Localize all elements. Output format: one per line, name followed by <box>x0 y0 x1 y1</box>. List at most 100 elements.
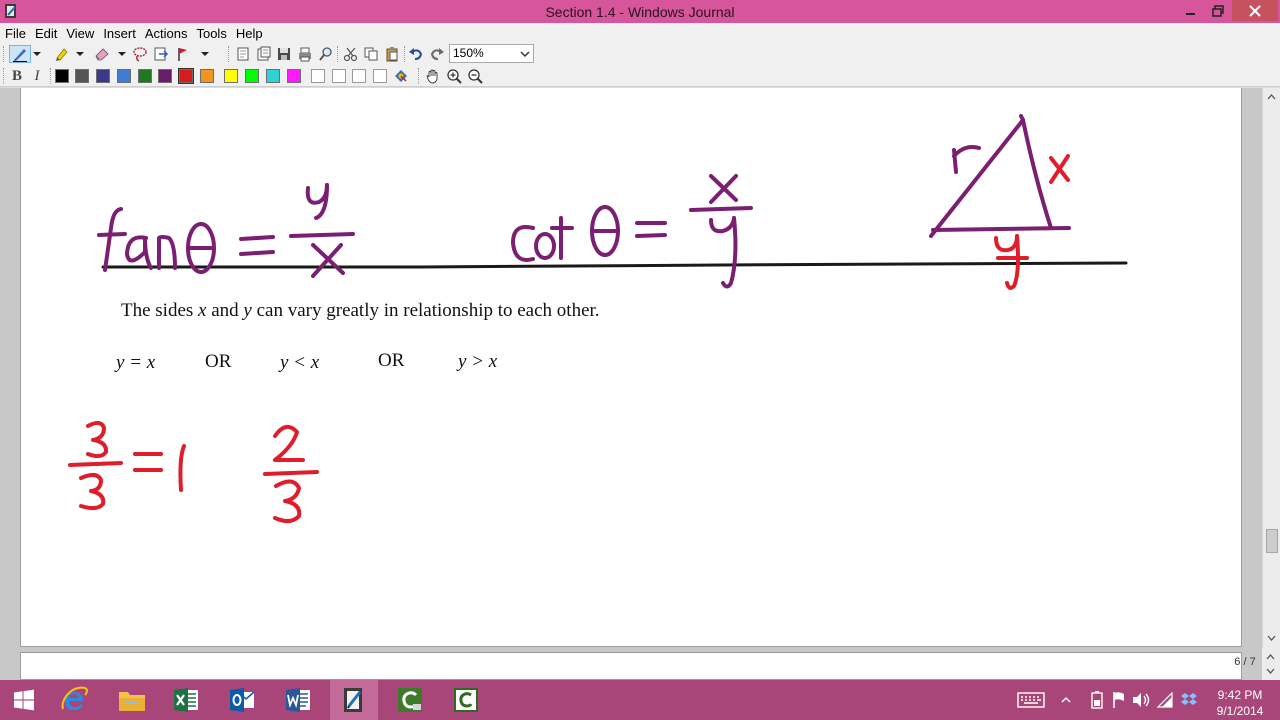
bold-button[interactable]: B <box>9 67 25 85</box>
internet-explorer-icon[interactable] <box>50 680 98 720</box>
pen-settings-icon[interactable] <box>392 67 410 85</box>
excel-icon[interactable] <box>162 680 210 720</box>
previous-page-icon[interactable] <box>1262 650 1279 664</box>
pen-color-swatch[interactable] <box>96 69 110 83</box>
chevron-down-icon <box>520 51 530 58</box>
pen-color-swatch[interactable] <box>266 69 280 83</box>
next-page-top[interactable] <box>20 652 1242 680</box>
toolbar-grip[interactable] <box>3 68 6 84</box>
or-label: OR <box>378 350 405 371</box>
lasso-select-icon[interactable] <box>131 45 149 63</box>
save-icon[interactable] <box>275 45 293 63</box>
toolbar-grip[interactable] <box>50 68 53 84</box>
menu-actions[interactable]: Actions <box>142 26 191 41</box>
ink-red-labels <box>994 154 1070 290</box>
start-button[interactable] <box>0 680 48 720</box>
pen-dropdown-icon[interactable] <box>32 45 42 63</box>
scrollbar-thumb[interactable] <box>1266 529 1278 553</box>
restore-button[interactable] <box>1204 0 1232 21</box>
next-page-icon[interactable] <box>1262 664 1279 678</box>
pen-color-swatch[interactable] <box>287 69 301 83</box>
document-area[interactable]: The sides x and y can vary greatly in re… <box>0 88 1262 680</box>
clock-date[interactable]: 9/1/2014 <box>1208 704 1272 718</box>
scroll-up-icon[interactable] <box>1263 90 1280 104</box>
minimize-button[interactable] <box>1178 0 1204 21</box>
page-nav-scroll[interactable] <box>1262 648 1280 680</box>
ink-tan-equation <box>97 183 355 278</box>
menu-tools[interactable]: Tools <box>193 26 229 41</box>
highlighter-tool-button[interactable] <box>52 45 70 63</box>
outlook-icon[interactable] <box>218 680 266 720</box>
vertical-scrollbar[interactable] <box>1262 88 1280 648</box>
menu-insert[interactable]: Insert <box>100 26 139 41</box>
print-icon[interactable] <box>296 45 314 63</box>
menu-help[interactable]: Help <box>233 26 266 41</box>
copy-icon[interactable] <box>362 45 380 63</box>
find-icon[interactable] <box>317 45 335 63</box>
windows-journal-taskbar-icon[interactable] <box>330 680 378 720</box>
open-note-icon[interactable] <box>255 45 273 63</box>
pen-color-swatch[interactable] <box>178 68 194 84</box>
cut-icon[interactable] <box>342 45 360 63</box>
touch-keyboard-icon[interactable] <box>1016 691 1046 709</box>
flag-dropdown-icon[interactable] <box>200 45 210 63</box>
highlighter-dropdown-icon[interactable] <box>75 45 85 63</box>
camtasia-recorder-icon[interactable] <box>386 680 434 720</box>
clock-time[interactable]: 9:42 PM <box>1212 688 1268 702</box>
menu-file[interactable]: File <box>2 26 29 41</box>
close-button[interactable] <box>1232 0 1278 21</box>
highlighter-color-swatch[interactable] <box>373 69 387 83</box>
pan-hand-icon[interactable] <box>424 67 442 85</box>
italic-button[interactable]: I <box>29 67 45 85</box>
window-title: Section 1.4 - Windows Journal <box>545 4 735 20</box>
pen-tool-button[interactable] <box>9 45 31 63</box>
paste-icon[interactable] <box>383 45 401 63</box>
redo-icon[interactable] <box>428 45 446 63</box>
menu-view[interactable]: View <box>63 26 97 41</box>
eraser-dropdown-icon[interactable] <box>117 45 127 63</box>
highlighter-color-swatch[interactable] <box>332 69 346 83</box>
toolbar-grip[interactable] <box>228 46 231 62</box>
eraser-tool-button[interactable] <box>93 45 111 63</box>
zoom-out-icon[interactable] <box>466 67 484 85</box>
undo-icon[interactable] <box>407 45 425 63</box>
flag-notification-icon[interactable] <box>1110 691 1128 709</box>
title-bar: Section 1.4 - Windows Journal <box>0 0 1280 23</box>
toolbar-grip[interactable] <box>3 46 6 62</box>
volume-icon[interactable] <box>1132 691 1150 709</box>
insert-space-icon[interactable] <box>152 45 170 63</box>
pen-color-swatch[interactable] <box>138 69 152 83</box>
toolbar-grip[interactable] <box>418 68 421 84</box>
highlighter-color-swatch[interactable] <box>311 69 325 83</box>
show-hidden-icons-icon[interactable] <box>1057 691 1075 709</box>
highlighter-color-swatch[interactable] <box>352 69 366 83</box>
toolbar-grip[interactable] <box>337 46 340 62</box>
pen-color-swatch[interactable] <box>75 69 89 83</box>
pen-color-swatch[interactable] <box>158 69 172 83</box>
pen-color-swatch[interactable] <box>200 69 214 83</box>
journal-page[interactable]: The sides x and y can vary greatly in re… <box>20 88 1242 647</box>
format-toolbar: B I <box>0 65 1280 87</box>
pen-color-swatch[interactable] <box>55 69 69 83</box>
ink-fractions <box>68 421 319 523</box>
wifi-signal-icon[interactable] <box>1156 691 1174 709</box>
menu-edit[interactable]: Edit <box>32 26 60 41</box>
word-icon[interactable] <box>274 680 322 720</box>
dropbox-icon[interactable] <box>1180 691 1198 709</box>
pen-color-swatch[interactable] <box>224 69 238 83</box>
camtasia-studio-icon[interactable] <box>442 680 490 720</box>
ink-cot-equation <box>511 174 753 289</box>
pen-toolbar: 150% <box>0 43 1280 65</box>
pen-color-swatch[interactable] <box>245 69 259 83</box>
file-explorer-icon[interactable] <box>108 680 156 720</box>
scroll-down-icon[interactable] <box>1263 631 1280 645</box>
or-label: OR <box>205 351 232 372</box>
zoom-in-icon[interactable] <box>445 67 463 85</box>
flag-icon[interactable] <box>174 45 192 63</box>
zoom-select[interactable]: 150% <box>449 44 534 63</box>
relation-y-greater-x: y > x <box>458 351 498 372</box>
pen-color-swatch[interactable] <box>117 69 131 83</box>
new-note-icon[interactable] <box>234 45 252 63</box>
variable-y: y <box>243 300 252 321</box>
battery-icon[interactable] <box>1088 691 1106 709</box>
